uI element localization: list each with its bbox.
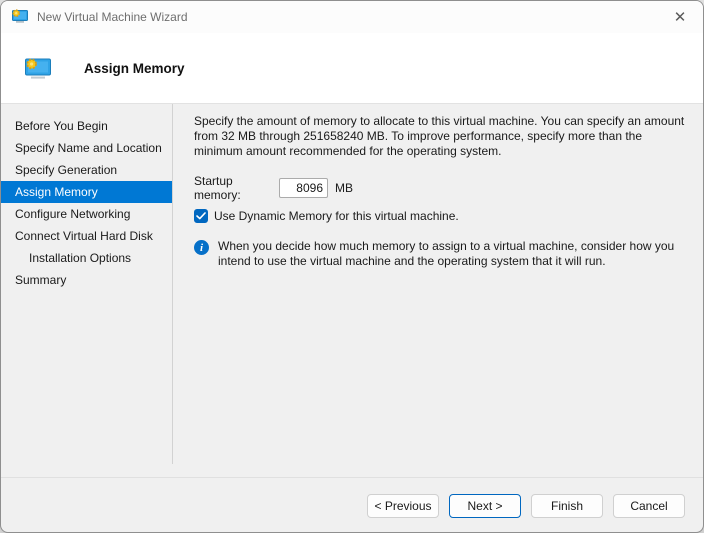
title-bar: New Virtual Machine Wizard ✕ <box>1 1 703 33</box>
sidebar-item-specify-generation[interactable]: Specify Generation <box>1 159 172 181</box>
page-title: Assign Memory <box>84 60 185 76</box>
close-icon[interactable]: ✕ <box>657 1 703 33</box>
info-icon: i <box>194 240 209 255</box>
wizard-header: Assign Memory <box>1 33 703 104</box>
sidebar-item-before-you-begin[interactable]: Before You Begin <box>1 115 172 137</box>
memory-description: Specify the amount of memory to allocate… <box>194 114 685 158</box>
vm-wizard-icon <box>11 8 29 27</box>
memory-unit-label: MB <box>335 181 353 195</box>
sidebar-item-configure-networking[interactable]: Configure Networking <box>1 203 172 225</box>
sidebar-item-assign-memory[interactable]: Assign Memory <box>1 181 172 203</box>
wizard-steps-sidebar: Before You Begin Specify Name and Locati… <box>1 104 173 464</box>
sidebar-item-connect-virtual-hard-disk[interactable]: Connect Virtual Hard Disk <box>1 225 172 247</box>
previous-button[interactable]: < Previous <box>367 494 439 518</box>
new-vm-wizard-dialog: New Virtual Machine Wizard ✕ Assign Memo… <box>0 0 704 533</box>
startup-memory-row: Startup memory: MB <box>194 174 685 202</box>
next-button[interactable]: Next > <box>449 494 521 518</box>
sidebar-item-installation-options[interactable]: Installation Options <box>1 247 172 269</box>
dynamic-memory-label[interactable]: Use Dynamic Memory for this virtual mach… <box>214 209 459 223</box>
wizard-footer: < Previous Next > Finish Cancel <box>1 477 703 532</box>
sidebar-item-specify-name-and-location[interactable]: Specify Name and Location <box>1 137 172 159</box>
dynamic-memory-row: Use Dynamic Memory for this virtual mach… <box>194 209 685 223</box>
cancel-button[interactable]: Cancel <box>613 494 685 518</box>
info-note: i When you decide how much memory to ass… <box>194 239 685 269</box>
wizard-body: Before You Begin Specify Name and Locati… <box>1 104 703 477</box>
dynamic-memory-checkbox[interactable] <box>194 209 208 223</box>
info-text: When you decide how much memory to assig… <box>218 239 675 268</box>
startup-memory-input[interactable] <box>279 178 328 198</box>
sidebar-item-summary[interactable]: Summary <box>1 269 172 291</box>
assign-memory-content: Specify the amount of memory to allocate… <box>173 104 703 477</box>
startup-memory-label: Startup memory: <box>194 174 241 202</box>
window-title: New Virtual Machine Wizard <box>37 10 188 24</box>
finish-button[interactable]: Finish <box>531 494 603 518</box>
assign-memory-page-icon <box>23 56 53 84</box>
